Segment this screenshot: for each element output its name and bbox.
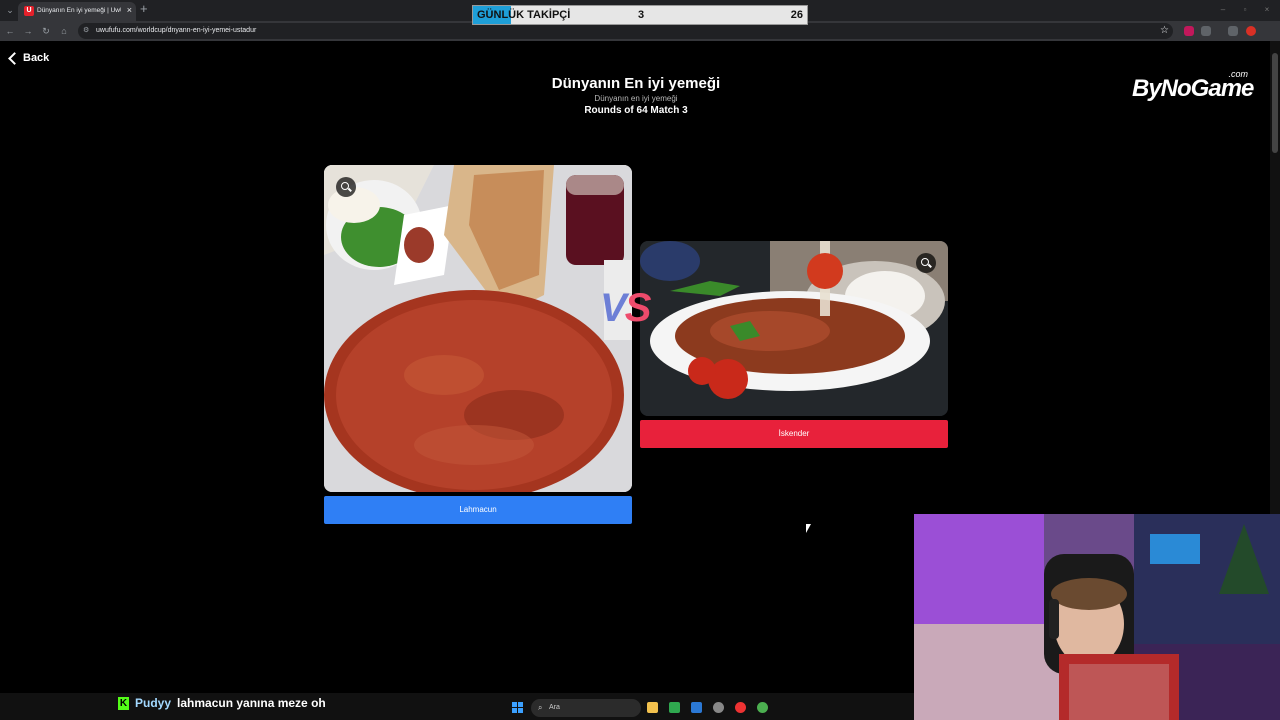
versus-badge: VS xyxy=(600,286,652,331)
settings-gear-icon[interactable] xyxy=(713,702,724,713)
zoom-in-icon[interactable] xyxy=(336,177,356,197)
scrollbar-thumb[interactable] xyxy=(1272,53,1278,153)
file-explorer-icon[interactable] xyxy=(647,702,658,713)
uwufufu-favicon-icon: U xyxy=(24,6,34,16)
iskender-photo xyxy=(640,241,948,416)
media-control-icon[interactable] xyxy=(1228,26,1238,36)
chevron-left-icon xyxy=(8,52,21,65)
extension-icon[interactable] xyxy=(1184,26,1194,36)
extensions-puzzle-icon[interactable] xyxy=(1201,26,1211,36)
new-tab-plus-icon[interactable]: + xyxy=(140,2,148,16)
bookmark-star-icon[interactable]: ☆ xyxy=(1160,25,1169,36)
taskbar-search[interactable]: ⌕ Ara xyxy=(531,699,641,717)
windows-start-icon[interactable] xyxy=(512,702,524,714)
maximize-icon[interactable]: ▫ xyxy=(1240,5,1250,15)
search-icon: ⌕ xyxy=(538,703,543,712)
tab-close-icon[interactable]: × xyxy=(127,5,132,15)
follower-goal-count: 26 xyxy=(790,9,803,21)
app-icon[interactable] xyxy=(691,702,702,713)
browser-tab[interactable]: U Dünyanın En iyi yemeği | UwU × xyxy=(18,2,136,21)
address-bar[interactable]: ⚙ uwufufu.com/worldcup/dnyann-en-iyi-yem… xyxy=(78,23,1173,39)
taskbar-search-placeholder: Ara xyxy=(549,704,560,711)
site-info-icon[interactable]: ⚙ xyxy=(83,26,92,35)
store-app-icon[interactable] xyxy=(669,702,680,713)
chat-message-text: lahmacun yanına meze oh xyxy=(177,696,326,710)
lahmacun-photo xyxy=(324,165,632,492)
follower-current-count: 3 xyxy=(638,9,645,21)
bynogame-logo: ByNoGame .com xyxy=(1132,69,1254,109)
page-title: Dünyanın En iyi yemeği xyxy=(551,75,721,92)
chat-username: Pudyy xyxy=(135,696,172,710)
reload-icon[interactable]: ↻ xyxy=(40,25,52,37)
back-arrow-icon[interactable]: ← xyxy=(4,25,16,37)
follower-goal-label: GÜNLÜK TAKİPÇİ xyxy=(477,9,571,21)
tab-search-chevron-icon[interactable]: ⌄ xyxy=(4,4,16,16)
page-subtitle: Dünyanın en iyi yemeği xyxy=(594,94,678,103)
lahmacun-image[interactable] xyxy=(324,165,632,492)
forward-arrow-icon[interactable]: → xyxy=(22,25,34,37)
back-label: Back xyxy=(23,52,50,64)
streamer-webcam-image xyxy=(914,514,1280,720)
vs-letter-v: V xyxy=(600,286,627,330)
media-app-icon[interactable] xyxy=(735,702,746,713)
select-iskender-button[interactable]: İskender xyxy=(640,420,948,448)
chrome-icon[interactable] xyxy=(757,702,768,713)
select-lahmacun-button[interactable]: Lahmacun xyxy=(324,496,632,524)
round-info: Rounds of 64 Match 3 xyxy=(584,105,688,116)
close-window-icon[interactable]: × xyxy=(1262,5,1272,15)
profile-avatar-icon[interactable] xyxy=(1246,26,1256,36)
url-text[interactable]: uwufufu.com/worldcup/dnyann-en-iyi-yemei… xyxy=(96,27,256,34)
logo-text: ByNoGame xyxy=(1132,75,1254,102)
tab-title: Dünyanın En iyi yemeği | UwU xyxy=(37,7,121,14)
minimize-icon[interactable]: – xyxy=(1218,5,1228,15)
stream-chat-message: K Pudyy lahmacun yanına meze oh xyxy=(118,696,326,710)
iskender-image[interactable] xyxy=(640,241,948,416)
vs-letter-s: S xyxy=(624,286,652,330)
back-link[interactable]: Back xyxy=(8,52,50,65)
home-icon[interactable]: ⌂ xyxy=(58,25,70,37)
zoom-in-icon[interactable] xyxy=(916,253,936,273)
logo-domain: .com xyxy=(1228,69,1248,79)
match-header: Dünyanın En iyi yemeği Dünyanın en iyi y… xyxy=(436,75,836,116)
mouse-cursor xyxy=(806,524,811,533)
kick-badge-icon: K xyxy=(118,696,129,710)
follower-goal-bar: GÜNLÜK TAKİPÇİ 3 26 xyxy=(472,5,808,25)
webcam-feed xyxy=(914,514,1280,720)
